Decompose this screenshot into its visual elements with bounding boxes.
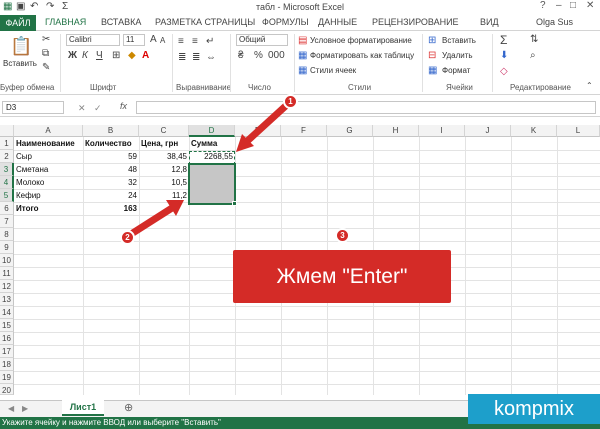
watermark-logo: kompmix xyxy=(468,394,600,424)
step-marker-1: 1 xyxy=(283,94,298,109)
prev-sheet-icon[interactable]: ◀ xyxy=(8,404,14,414)
arrow-2-shaft xyxy=(124,204,176,240)
instruction-banner: Жмем "Enter" xyxy=(233,250,451,303)
arrow-1-shaft xyxy=(240,98,294,148)
add-sheet-icon[interactable]: ⊕ xyxy=(124,403,133,414)
step-marker-3: 3 xyxy=(335,228,350,243)
sheet-tab-list1[interactable]: Лист1 xyxy=(62,400,104,416)
step-marker-2: 2 xyxy=(120,230,135,245)
annotation-arrows xyxy=(124,98,294,240)
next-sheet-icon[interactable]: ▶ xyxy=(22,404,28,414)
